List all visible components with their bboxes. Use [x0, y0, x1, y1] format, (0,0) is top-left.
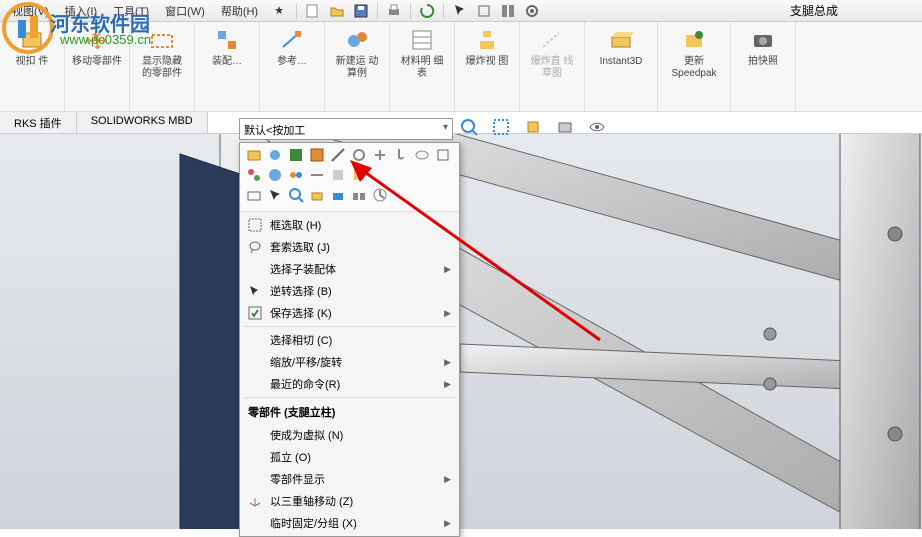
ctx-tool-icon[interactable]: [351, 167, 367, 183]
ctx-temp-fix[interactable]: 临时固定/分组 (X)▶: [240, 512, 459, 534]
ribbon-btn-snapshot[interactable]: 拍快照: [737, 26, 789, 68]
ctx-tool-icon[interactable]: [267, 187, 283, 203]
zoom-area-icon[interactable]: [492, 118, 512, 138]
ctx-make-virtual[interactable]: 使成为虚拟 (N): [240, 424, 459, 446]
ctx-zoom-pan-rotate[interactable]: 缩放/平移/旋转▶: [240, 351, 459, 373]
triad-icon: [246, 493, 264, 509]
cursor-icon: [246, 283, 264, 299]
ctx-recent-commands[interactable]: 最近的命令(R)▶: [240, 373, 459, 395]
print-icon[interactable]: [383, 2, 405, 20]
context-toolbar: [240, 143, 459, 212]
ctx-tool-icon[interactable]: [372, 147, 388, 163]
ribbon-btn-motion[interactable]: 新建运 动算例: [331, 26, 383, 80]
ctx-tool-icon[interactable]: [351, 147, 367, 163]
ctx-tool-icon[interactable]: [330, 147, 346, 163]
ctx-tool-icon[interactable]: [330, 187, 346, 203]
settings-icon[interactable]: [521, 2, 543, 20]
tab-plugin[interactable]: RKS 插件: [0, 112, 77, 133]
submenu-arrow-icon: ▶: [444, 308, 451, 319]
display-state-value: 默认<按加工: [244, 125, 305, 137]
ctx-box-select[interactable]: 框选取 (H): [240, 214, 459, 236]
ctx-tool-icon[interactable]: [309, 167, 325, 183]
ctx-select-tangent[interactable]: 选择相切 (C): [240, 329, 459, 351]
ctx-tool-icon[interactable]: [372, 187, 388, 203]
ribbon-btn-instant3d[interactable]: Instant3D: [591, 26, 651, 68]
ctx-isolate[interactable]: 孤立 (O): [240, 446, 459, 468]
ribbon-btn-speedpak[interactable]: 更新 Speedpak: [664, 26, 724, 80]
heads-up-toolbar: [460, 118, 608, 138]
ctx-tool-icon[interactable]: [435, 147, 451, 163]
context-menu: 框选取 (H) 套索选取 (J) 选择子装配体▶ 逆转选择 (B) 保存选择 (…: [239, 142, 460, 537]
ctx-tool-icon[interactable]: [288, 147, 304, 163]
lasso-icon: [246, 239, 264, 255]
submenu-arrow-icon: ▶: [444, 518, 451, 529]
view-orient-icon[interactable]: [524, 118, 544, 138]
tab-mbd[interactable]: SOLIDWORKS MBD: [77, 112, 208, 133]
rebuild-icon[interactable]: [416, 2, 438, 20]
ctx-move-triad[interactable]: 以三重轴移动 (Z): [240, 490, 459, 512]
zoom-fit-icon[interactable]: [460, 118, 480, 138]
ctx-tool-icon[interactable]: [351, 187, 367, 203]
ctx-tool-icon[interactable]: [309, 187, 325, 203]
ctx-lasso-select[interactable]: 套索选取 (J): [240, 236, 459, 258]
ctx-tool-icon[interactable]: [309, 147, 325, 163]
display-style-icon[interactable]: [556, 118, 576, 138]
box-select-icon: [246, 217, 264, 233]
menu-star[interactable]: ★: [266, 2, 292, 19]
new-icon[interactable]: [302, 2, 324, 20]
open-icon[interactable]: [326, 2, 348, 20]
graphics-area[interactable]: [0, 134, 922, 529]
ribbon-btn-explode[interactable]: 爆炸视 图: [461, 26, 513, 68]
display-state-dropdown[interactable]: 默认<按加工: [239, 118, 453, 140]
select-icon[interactable]: [449, 2, 471, 20]
options-icon[interactable]: [473, 2, 495, 20]
submenu-arrow-icon: ▶: [444, 474, 451, 485]
save-select-icon: [246, 305, 264, 321]
ctx-component-header: 零部件 (支腿立柱): [240, 400, 459, 424]
ribbon-btn-explodeline: 爆炸直 线草图: [526, 26, 578, 80]
ctx-tool-icon[interactable]: [330, 167, 346, 183]
ctx-component-display[interactable]: 零部件显示▶: [240, 468, 459, 490]
ctx-tool-icon[interactable]: [267, 147, 283, 163]
save-icon[interactable]: [350, 2, 372, 20]
watermark-overlay: 河东软件园 www.pc0359.cn: [0, 0, 220, 60]
ctx-invert-select[interactable]: 逆转选择 (B): [240, 280, 459, 302]
layout-icon[interactable]: [497, 2, 519, 20]
submenu-arrow-icon: ▶: [444, 379, 451, 390]
ribbon-btn-ref[interactable]: 参考…: [266, 26, 318, 68]
document-title: 支腿总成: [790, 2, 838, 19]
hide-show-icon[interactable]: [588, 118, 608, 138]
ctx-tool-icon[interactable]: [288, 167, 304, 183]
ctx-tool-icon[interactable]: [288, 187, 304, 203]
ctx-tool-icon[interactable]: [246, 167, 262, 183]
watermark-url: www.pc0359.cn: [60, 32, 151, 47]
ctx-tool-icon[interactable]: [246, 187, 262, 203]
menu-help[interactable]: 帮助(H): [213, 1, 266, 21]
ctx-tool-icon[interactable]: [393, 147, 409, 163]
ctx-tool-icon[interactable]: [267, 167, 283, 183]
submenu-arrow-icon: ▶: [444, 357, 451, 368]
ctx-select-subassy[interactable]: 选择子装配体▶: [240, 258, 459, 280]
submenu-arrow-icon: ▶: [444, 264, 451, 275]
ctx-tool-icon[interactable]: [246, 147, 262, 163]
ctx-save-select[interactable]: 保存选择 (K)▶: [240, 302, 459, 324]
ctx-tool-icon[interactable]: [414, 147, 430, 163]
ribbon-btn-bom[interactable]: 材料明 细表: [396, 26, 448, 80]
